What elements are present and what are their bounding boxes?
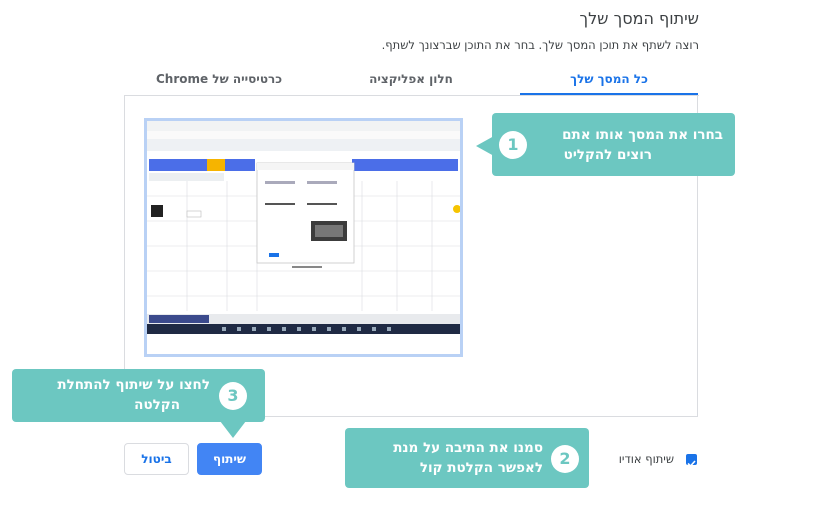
- checkmark-icon: [687, 460, 696, 468]
- callout-2-line1: סמנו את התיבה על מנת: [393, 440, 543, 456]
- callout-2-line2: לאפשר הקלטת קול: [419, 460, 543, 476]
- callout-1-line1: בחרו את המסך אותו אתם: [562, 127, 723, 143]
- callout-1-number: 1: [499, 131, 527, 159]
- screen-preview-image: [147, 121, 460, 354]
- callout-1-line2: רוצים להקליט: [563, 147, 652, 163]
- callout-check-audio: סמנו את התיבה על מנת לאפשר הקלטת קול 2: [345, 428, 589, 488]
- callout-select-screen: 1 בחרו את המסך אותו אתם רוצים להקליט: [492, 113, 735, 176]
- callout-3-line1: לחצו על שיתוף להתחלת: [57, 377, 210, 393]
- tab-chrome-tab[interactable]: כרטיסייה של Chrome: [124, 64, 314, 95]
- callout-2-number: 2: [551, 445, 579, 473]
- audio-label[interactable]: שיתוף אודיו: [619, 452, 674, 466]
- callout-click-share: לחצו על שיתוף להתחלת הקלטה 3: [12, 369, 265, 422]
- share-button[interactable]: שיתוף: [197, 443, 262, 475]
- callout-3-pointer: [220, 421, 246, 438]
- dialog-title: שיתוף המסך שלך: [579, 9, 699, 28]
- audio-checkbox[interactable]: [686, 454, 697, 468]
- cancel-button[interactable]: ביטול: [124, 443, 189, 475]
- tab-entire-screen[interactable]: כל המסך שלך: [520, 64, 698, 95]
- callout-1-pointer: [476, 136, 494, 156]
- tab-app-window[interactable]: חלון אפליקציה: [322, 64, 500, 95]
- callout-3-number: 3: [219, 382, 247, 410]
- screen-thumbnail[interactable]: [144, 118, 463, 357]
- dialog-subtitle: רוצה לשתף את תוכן המסך שלך. בחר את התוכן…: [381, 38, 699, 52]
- callout-3-line2: הקלטה: [134, 397, 180, 413]
